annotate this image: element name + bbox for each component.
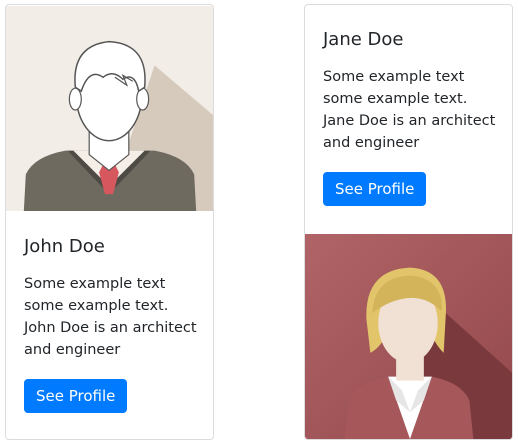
card-text: Some example text some example text. Joh… bbox=[24, 276, 197, 358]
card-text: Some example text some example text. Jan… bbox=[323, 69, 496, 151]
card-image-john bbox=[6, 5, 213, 212]
profile-card-jane: Jane Doe Some example text some example … bbox=[304, 4, 513, 440]
female-avatar-icon bbox=[305, 233, 512, 439]
see-profile-button-john[interactable]: See Profile bbox=[24, 379, 128, 413]
card-title: Jane Doe bbox=[323, 29, 404, 50]
card-body-jane: Jane Doe Some example text some example … bbox=[323, 28, 502, 206]
card-image-jane bbox=[305, 233, 512, 439]
profile-card-john: John Doe Some example text some example … bbox=[5, 4, 214, 440]
see-profile-button-jane[interactable]: See Profile bbox=[323, 172, 427, 206]
card-body-john: John Doe Some example text some example … bbox=[24, 235, 203, 413]
male-avatar-icon bbox=[6, 5, 213, 212]
card-title: John Doe bbox=[24, 236, 105, 257]
